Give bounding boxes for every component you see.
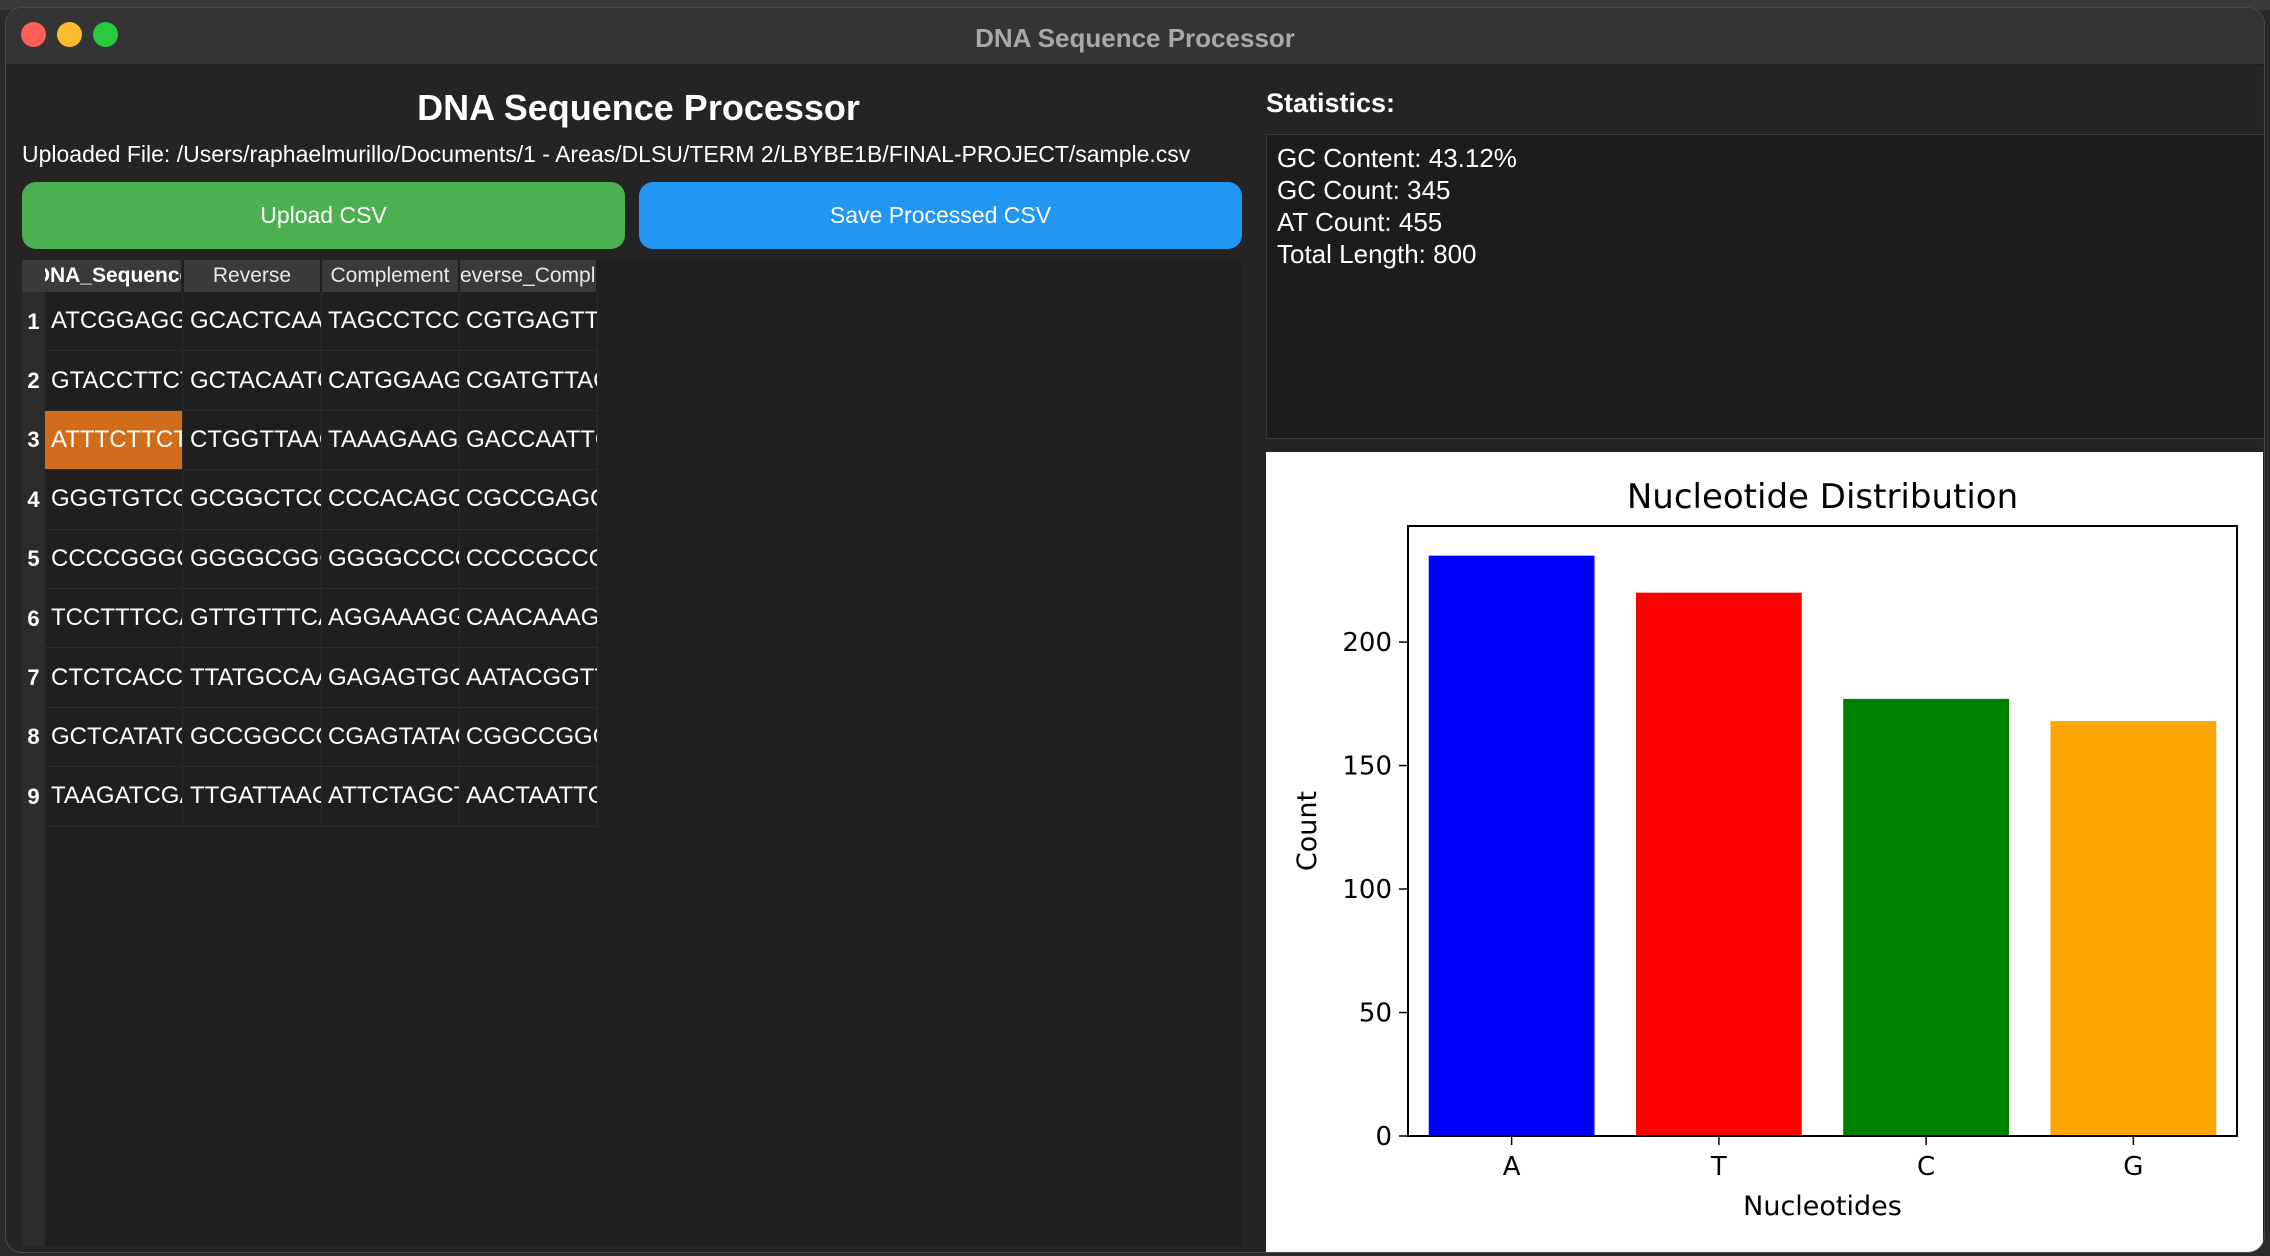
nucleotide-chart-panel: A T C G 0 50 100 150 200 Nucleotide Distribution N… [1266, 452, 2263, 1252]
x-tick-label: G [2123, 1152, 2143, 1182]
table-cell[interactable]: TAAAGAAGA... [322, 410, 460, 471]
upload-csv-button[interactable]: Upload CSV [22, 182, 625, 249]
table-cell[interactable]: GTTGTTTCAT... [184, 589, 322, 649]
chart-title: Nucleotide Distribution [1627, 477, 2018, 517]
row-index[interactable]: 7 [22, 648, 45, 707]
table-cell[interactable]: CGCCGAGG... [460, 470, 598, 530]
table-cell[interactable]: GTACCTTCT... [45, 351, 183, 411]
y-tick-label: 200 [1342, 628, 1392, 658]
bar-C [1843, 698, 2010, 1136]
column-header-1[interactable]: DNA_Sequence [45, 260, 183, 292]
table-cell[interactable]: AGGAAAGGT... [322, 589, 460, 649]
table-cell[interactable]: GCGGCTCCC... [184, 470, 322, 530]
title-bar: DNA Sequence Processor [6, 8, 2264, 65]
table-cell[interactable]: TTATGCCAA... [184, 648, 322, 708]
column-header-label: everse_Compleme [460, 264, 596, 287]
app-title: DNA Sequence Processor [417, 87, 860, 128]
table-cell[interactable]: CCCACAGCC... [322, 470, 460, 530]
row-index[interactable]: 6 [22, 589, 45, 648]
table-cell[interactable]: ATCGGAGGT... [45, 292, 183, 352]
x-tick-label: T [1710, 1152, 1727, 1182]
table-cell[interactable]: CGATGTTAG... [460, 351, 598, 411]
table-cell[interactable]: GCTACAATC... [184, 351, 322, 411]
table-cell[interactable]: CATGGAAGA... [322, 351, 460, 411]
table-cell[interactable]: TCCTTTCCA... [45, 589, 183, 649]
y-tick-label: 100 [1342, 875, 1392, 905]
row-index[interactable]: 8 [22, 708, 45, 767]
statistics-box: GC Content: 43.12% GC Count: 345 AT Count:… [1266, 134, 2264, 439]
column-header-4[interactable]: everse_Compleme [460, 260, 598, 292]
y-tick-label: 150 [1342, 752, 1392, 782]
x-axis-label: Nucleotides [1743, 1191, 1902, 1222]
row-index[interactable]: 4 [22, 470, 45, 529]
x-tick-label: A [1503, 1152, 1521, 1182]
row-index[interactable]: 1 [22, 292, 45, 351]
nucleotide-distribution-chart: A T C G 0 50 100 150 200 Nucleotide Distribution N… [1292, 477, 2238, 1222]
table-cell[interactable]: GAGAGTGGA... [322, 648, 460, 708]
statistic-line: GC Count: 345 [1277, 175, 1451, 205]
table-cell[interactable]: CTCTCACCT... [45, 648, 183, 708]
window-title: DNA Sequence Processor [975, 23, 1295, 53]
y-tick-label: 0 [1375, 1122, 1392, 1152]
row-index[interactable]: 2 [22, 351, 45, 410]
row-index[interactable]: 9 [22, 767, 45, 826]
column-header-label: Reverse [212, 264, 292, 287]
table-cell[interactable]: GGGTGTCGG... [45, 470, 183, 530]
table-cell[interactable]: AACTAATTC... [460, 767, 598, 827]
bar-A [1428, 555, 1595, 1136]
statistic-line: AT Count: 455 [1277, 207, 1443, 237]
table-cell[interactable]: CCCCGGGC... [45, 529, 183, 589]
table-cell[interactable]: GCACTCAAC... [184, 292, 322, 352]
main-content: DNA Sequence Processor Uploaded File: /U… [12, 64, 2264, 1252]
table-cell[interactable]: TTGATTAAGC... [184, 767, 322, 827]
column-header-3[interactable]: Complement [322, 260, 460, 292]
x-tick-label: C [1917, 1152, 1935, 1182]
y-tick-label: 50 [1359, 999, 1392, 1029]
table-cell[interactable]: TAAGATCGAT... [45, 767, 183, 827]
table-cell[interactable]: CGGCCGGG... [460, 707, 598, 768]
statistics-title: Statistics: [1266, 88, 1396, 118]
table-cell[interactable]: GCCGGCCC... [184, 707, 322, 768]
app-window: DNA Sequence Processor DNA Sequence Proc… [6, 8, 2264, 1252]
table-cell[interactable]: TAGCCTCCA... [322, 292, 460, 352]
table-cell[interactable]: GGGGCCCG... [322, 529, 460, 589]
table-cell[interactable]: GACCAATTG... [460, 410, 598, 471]
statistic-line: Total Length: 800 [1277, 239, 1477, 269]
table-cell[interactable]: GCTCATATCC... [45, 707, 183, 768]
table-cell[interactable]: CAACAAAGT... [460, 589, 598, 649]
row-index[interactable]: 3 [22, 411, 45, 470]
table-cell[interactable]: GGGGCGGC... [184, 529, 322, 589]
table-corner [22, 260, 45, 292]
y-axis-label: Count [1292, 791, 1323, 871]
table-cell[interactable]: ATTCTAGCTA... [322, 767, 460, 827]
column-header-2[interactable]: Reverse [184, 260, 322, 292]
table-cell[interactable]: CGTGAGTTG... [460, 292, 598, 352]
save-processed-csv-button[interactable]: Save Processed CSV [639, 182, 1242, 249]
table-cell[interactable]: AATACGGTT... [460, 648, 598, 708]
table-cell[interactable]: CTGGTTAAC... [184, 410, 322, 471]
table-cell[interactable]: CCCCGCCG... [460, 529, 598, 589]
bar-G [2050, 721, 2217, 1136]
statistic-line: GC Content: 43.12% [1277, 143, 1517, 173]
column-header-label: Complement [330, 264, 450, 287]
sequence-table[interactable]: DNA_Sequence Reverse Complement everse_Comp… [22, 260, 1242, 1246]
bar-T [1635, 592, 1802, 1136]
table-cell[interactable]: ATTTCTTCTA... [45, 410, 183, 471]
table-cell[interactable]: CGAGTATAG... [322, 707, 460, 768]
column-header-label: DNA_Sequence [45, 264, 181, 287]
row-index[interactable]: 5 [22, 530, 45, 589]
uploaded-file-label: Uploaded File: /Users/raphaelmurillo/Doc… [22, 141, 1191, 167]
